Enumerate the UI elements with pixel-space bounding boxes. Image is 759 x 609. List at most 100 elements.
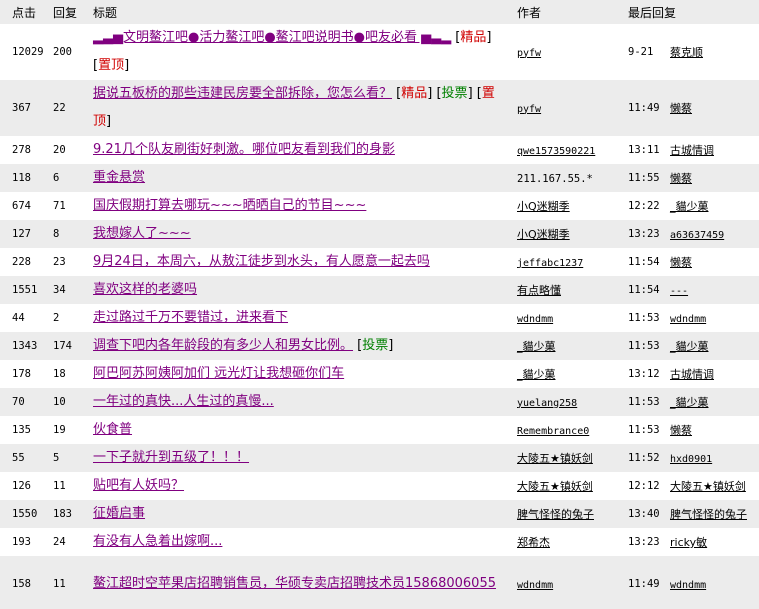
thread-title-link[interactable]: 重金悬赏 [93,170,145,185]
thread-title-link[interactable]: 征婚启事 [93,506,145,521]
author-link[interactable]: Remembrance0 [517,426,589,437]
last-reply-time: 11:53 [628,396,660,408]
click-count: 127 [12,228,31,240]
thread-title-link[interactable]: 鳌江超时空苹果店招聘销售员，华硕专卖店招聘技术员15868006055 [93,576,496,591]
last-reply-user-link[interactable]: 懒蔡 [670,424,692,437]
author-cell: pyfw [517,80,628,136]
author-link[interactable]: pyfw [517,48,541,59]
last-reply-user-cell: 脾气怪怪的兔子 [670,500,759,528]
last-reply-time: 11:53 [628,312,660,324]
author-link[interactable]: wdndmm [517,314,553,325]
last-reply-time: 9-21 [628,46,654,58]
thread-list: 点击 回复 标题 作者 最后回复 12029 200 ▂▃▅文明鳌江吧●活力鳌江吧●… [0,0,759,609]
thread-title-link[interactable]: 一年过的真快...人生过的真慢... [93,394,274,409]
last-reply-user-cell: ricky敏 [670,528,759,556]
last-reply-time: 13:11 [628,144,660,156]
thread-title-link[interactable]: 贴吧有人妖吗？ [93,478,184,493]
last-reply-user-link[interactable]: --- [670,286,688,297]
title-cell: 鳌江超时空苹果店招聘销售员，华硕专卖店招聘技术员15868006055 [93,556,517,609]
last-reply-user-cell: _貓少菓 [670,388,759,416]
thread-title-link[interactable]: ▂▃▅文明鳌江吧●活力鳌江吧●鳌江吧说明书●吧友必看 ▅▃▂ [93,30,451,45]
click-count: 674 [12,200,31,212]
author-link[interactable]: _貓少菓 [517,340,556,353]
last-reply-user-link[interactable]: 古城情调 [670,144,714,157]
last-reply-user-link[interactable]: hxd0901 [670,454,712,465]
title-cell: 一下子就升到五级了！！！ [93,444,517,472]
table-row: 158 11 鳌江超时空苹果店招聘销售员，华硕专卖店招聘技术员15868006055… [0,556,759,609]
tag-vote[interactable]: [投票] [436,86,472,101]
last-reply-user-link[interactable]: 懒蔡 [670,256,692,269]
click-count: 126 [12,480,31,492]
reply-count: 18 [53,368,66,380]
header-last-reply: 最后回复 [628,0,759,24]
tag-badge[interactable]: [置顶] [93,58,129,73]
last-reply-time: 11:49 [628,578,660,590]
table-row: 1551 34 喜欢这样的老婆吗 有点略懂 11:54 --- [0,276,759,304]
title-cell: 9.21几个队友刷街好刺激。哪位吧友看到我们的身影 [93,136,517,164]
author-link[interactable]: 郑希杰 [517,536,550,549]
author-cell: jeffabc1237 [517,248,628,276]
last-reply-user-cell: a63637459 [670,220,759,248]
thread-title-link[interactable]: 我想嫁人了~~~ [93,226,191,241]
reply-count: 5 [53,452,60,464]
thread-title-link[interactable]: 有没有人急着出嫁啊... [93,534,222,549]
last-reply-user-cell: hxd0901 [670,444,759,472]
author-link[interactable]: 脾气怪怪的兔子 [517,508,594,521]
tag-vote[interactable]: [投票] [357,338,393,353]
last-reply-user-link[interactable]: _貓少菓 [670,200,709,213]
last-reply-user-link[interactable]: 懒蔡 [670,172,692,185]
table-row: 55 5 一下子就升到五级了！！！ 大陵五★镇妖剑 11:52 hxd0901 [0,444,759,472]
author-link[interactable]: pyfw [517,104,541,115]
author-cell: 大陵五★镇妖剑 [517,444,628,472]
author-link[interactable]: 小Q迷糊季 [517,228,570,241]
table-row: 135 19 伙食普 Remembrance0 11:53 懒蔡 [0,416,759,444]
thread-title-link[interactable]: 调查下吧内各年龄段的有多少人和男女比例。 [93,338,353,353]
thread-title-link[interactable]: 伙食普 [93,422,132,437]
thread-title-link[interactable]: 据说五板桥的那些违建民房要全部拆除，您怎么看？ [93,86,392,101]
thread-title-link[interactable]: 国庆假期打算去哪玩~~~晒晒自己的节目~~~ [93,198,366,213]
tag-badge[interactable]: [精品] [455,30,491,45]
last-reply-user-cell: 大陵五★镇妖剑 [670,472,759,500]
last-reply-user-cell: _貓少菓 [670,192,759,220]
last-reply-user-link[interactable]: 古城情调 [670,368,714,381]
click-count: 135 [12,424,31,436]
last-reply-user-link[interactable]: wdndmm [670,580,706,591]
click-count: 12029 [12,46,44,58]
author-link[interactable]: 大陵五★镇妖剑 [517,480,593,493]
last-reply-user-link[interactable]: 蔡克顺 [670,46,703,59]
author-link[interactable]: 小Q迷糊季 [517,200,570,213]
author-link[interactable]: _貓少菓 [517,368,556,381]
last-reply-time: 11:49 [628,102,660,114]
last-reply-time: 11:52 [628,452,660,464]
author-link[interactable]: yuelang258 [517,398,577,409]
thread-title-link[interactable]: 一下子就升到五级了！！！ [93,450,249,465]
last-reply-user-link[interactable]: 脾气怪怪的兔子 [670,508,747,521]
title-cell: ▂▃▅文明鳌江吧●活力鳌江吧●鳌江吧说明书●吧友必看 ▅▃▂ [精品] [置顶] [93,24,517,80]
last-reply-user-cell: 懒蔡 [670,164,759,192]
author-link[interactable]: jeffabc1237 [517,258,583,269]
last-reply-user-cell: 古城情调 [670,360,759,388]
title-cell: 阿巴阿苏阿姨阿加们 远光灯让我想砸你们车 [93,360,517,388]
last-reply-user-link[interactable]: wdndmm [670,314,706,325]
thread-title-link[interactable]: 9月24日，本周六，从敖江徒步到水头，有人愿意一起去吗 [93,254,430,269]
last-reply-user-link[interactable]: _貓少菓 [670,396,709,409]
author-link[interactable]: 大陵五★镇妖剑 [517,452,593,465]
author-link[interactable]: wdndmm [517,580,553,591]
click-count: 1343 [12,340,38,352]
thread-title-link[interactable]: 走过路过千万不要错过，进来看下 [93,310,288,325]
thread-title-link[interactable]: 9.21几个队友刷街好刺激。哪位吧友看到我们的身影 [93,142,395,157]
last-reply-user-link[interactable]: a63637459 [670,230,724,241]
header-replies: 回复 [53,0,93,24]
last-reply-user-link[interactable]: 懒蔡 [670,102,692,115]
author-link[interactable]: qwe1573590221 [517,146,595,157]
author-cell: wdndmm [517,304,628,332]
thread-title-link[interactable]: 喜欢这样的老婆吗 [93,282,197,297]
last-reply-user-link[interactable]: 大陵五★镇妖剑 [670,480,746,493]
title-cell: 重金悬赏 [93,164,517,192]
last-reply-user-link[interactable]: _貓少菓 [670,340,709,353]
last-reply-user-cell: 懒蔡 [670,80,759,136]
thread-title-link[interactable]: 阿巴阿苏阿姨阿加们 远光灯让我想砸你们车 [93,366,344,381]
tag-badge[interactable]: [精品] [396,86,432,101]
author-link[interactable]: 有点略懂 [517,284,561,297]
last-reply-user-link[interactable]: ricky敏 [670,536,707,549]
